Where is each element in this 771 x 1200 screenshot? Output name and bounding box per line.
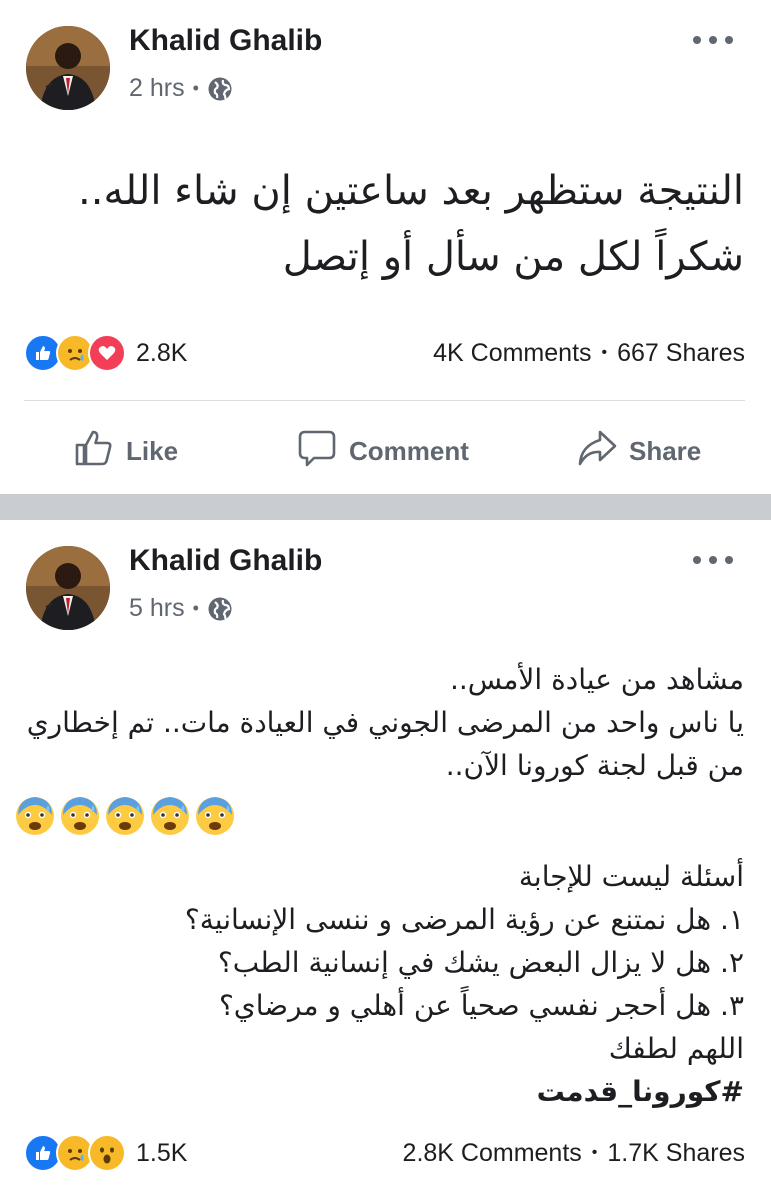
post-text: النتيجة ستظهر بعد ساعتين إن شاء الله.. ش… — [78, 168, 744, 280]
author-avatar[interactable] — [26, 546, 110, 630]
globe-icon — [207, 596, 233, 622]
anxious-face-icon — [149, 795, 191, 839]
shares-count[interactable]: 1.7K Shares — [607, 1139, 745, 1168]
feed-separator — [0, 494, 771, 520]
post-line: يا ناس واحد من المرضى الجوني في العيادة … — [26, 706, 744, 782]
reaction-icons — [24, 334, 126, 372]
post-line: ٢. هل لا يزال البعض يشك في إنسانية الطب؟ — [217, 946, 744, 979]
like-label: Like — [126, 436, 179, 466]
post-text: مشاهد من عيادة الأمس.. يا ناس واحد من ال… — [14, 658, 744, 1113]
shares-count[interactable]: 667 Shares — [617, 339, 745, 368]
stats-dot: • — [591, 1144, 598, 1161]
thumbs-up-icon — [74, 428, 114, 475]
globe-icon — [207, 76, 233, 102]
post-card: Khalid Ghalib 5 hrs • مشاهد من عيادة الأ… — [0, 520, 771, 1200]
comment-label: Comment — [349, 436, 469, 466]
post-time[interactable]: 5 hrs — [129, 594, 185, 623]
more-options-icon[interactable] — [693, 30, 733, 50]
share-button[interactable]: Share — [577, 428, 701, 475]
meta-dot: • — [192, 598, 199, 618]
reaction-count: 1.5K — [136, 1138, 188, 1167]
emoji-row — [14, 795, 744, 839]
post-stats: 4K Comments • 667 Shares — [433, 339, 745, 368]
more-options-icon[interactable] — [693, 550, 733, 570]
love-reaction-icon — [88, 334, 126, 372]
like-button[interactable]: Like — [74, 428, 178, 475]
post-line: أسئلة ليست للإجابة — [518, 860, 744, 893]
author-name[interactable]: Khalid Ghalib — [129, 544, 322, 578]
comments-count[interactable]: 4K Comments — [433, 339, 591, 368]
anxious-face-icon — [194, 795, 236, 839]
post-line: ١. هل نمتنع عن رؤية المرضى و ننسى الإنسا… — [184, 903, 744, 936]
author-name[interactable]: Khalid Ghalib — [129, 24, 322, 58]
meta-dot: • — [192, 78, 199, 98]
post-line: اللهم لطفك — [608, 1032, 744, 1065]
post-line: مشاهد من عيادة الأمس.. — [449, 663, 744, 696]
anxious-face-icon — [14, 795, 56, 839]
post-meta: 2 hrs • — [129, 74, 233, 103]
reactions-summary[interactable]: 2.8K 4K Comments • 667 Shares — [24, 333, 745, 373]
comment-button[interactable]: Comment — [297, 428, 469, 475]
post-meta: 5 hrs • — [129, 594, 233, 623]
reactions-summary[interactable]: 1.5K 2.8K Comments • 1.7K Shares — [24, 1133, 745, 1173]
share-label: Share — [629, 436, 702, 466]
post-time[interactable]: 2 hrs — [129, 74, 185, 103]
post-card: Khalid Ghalib 2 hrs • النتيجة ستظهر بعد … — [0, 0, 771, 494]
anxious-face-icon — [104, 795, 146, 839]
anxious-face-icon — [59, 795, 101, 839]
post-actions: Like Comment Share — [0, 420, 771, 476]
post-stats: 2.8K Comments • 1.7K Shares — [403, 1139, 745, 1168]
wow-reaction-icon — [88, 1134, 126, 1172]
action-divider — [24, 400, 745, 401]
reaction-count: 2.8K — [136, 338, 188, 367]
author-avatar[interactable] — [26, 26, 110, 110]
speech-bubble-icon — [297, 428, 337, 475]
hashtag-link[interactable]: #كورونا_قدمت — [14, 1070, 744, 1113]
comments-count[interactable]: 2.8K Comments — [403, 1139, 582, 1168]
post-line: ٣. هل أحجر نفسي صحياً عن أهلي و مرضاي؟ — [218, 989, 744, 1022]
stats-dot: • — [601, 344, 608, 361]
share-arrow-icon — [577, 428, 617, 475]
reaction-icons — [24, 1134, 126, 1172]
